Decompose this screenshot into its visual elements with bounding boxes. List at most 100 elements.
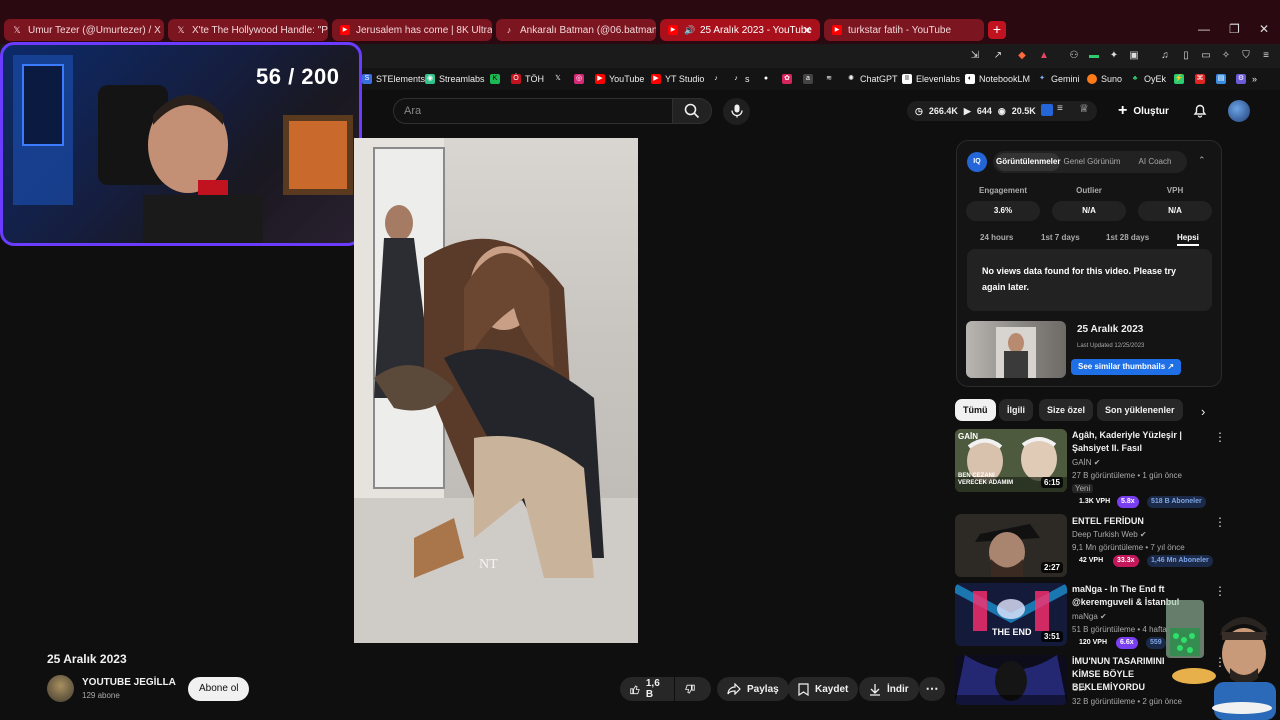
bookmark-item[interactable]: ⚙: [1236, 73, 1250, 85]
search-button[interactable]: [672, 98, 712, 124]
minimize-icon[interactable]: —: [1198, 22, 1210, 36]
download-button[interactable]: İndir: [859, 677, 919, 701]
close-icon[interactable]: ✕: [803, 24, 812, 37]
wallet-icon[interactable]: ▭: [1200, 50, 1212, 62]
bookmark-item[interactable]: ≋: [824, 73, 838, 85]
dislike-button[interactable]: [675, 677, 711, 701]
account-avatar[interactable]: [1228, 100, 1250, 122]
bookmark-item[interactable]: ▶ YT Studio: [651, 73, 704, 85]
sidebar-icon[interactable]: ▯: [1180, 50, 1192, 62]
vpn-icon[interactable]: ⛉: [1240, 50, 1252, 62]
share-icon[interactable]: ↗: [992, 50, 1004, 62]
rewards-icon[interactable]: ▲: [1038, 50, 1050, 62]
rec-title[interactable]: ENTEL FERİDUN: [1072, 515, 1207, 528]
bookmark-item[interactable]: ♪ s: [731, 73, 749, 85]
more-actions-button[interactable]: ⋯: [919, 677, 945, 701]
more-vert-icon[interactable]: ⋮: [1214, 515, 1226, 529]
chip-recent[interactable]: Son yüklenenler: [1097, 399, 1183, 421]
bookmark-item[interactable]: ◉ Streamlabs: [425, 73, 485, 85]
tab-ai-coach[interactable]: AI Coach: [1128, 153, 1182, 171]
rec-thumbnail[interactable]: THE END 3:51: [955, 583, 1067, 646]
browser-tab[interactable]: 𝕏 Umur Tezer (@Umurtezer) / X: [4, 19, 164, 41]
chip-related[interactable]: İlgili: [999, 399, 1033, 421]
media-icon[interactable]: ♫: [1159, 50, 1171, 62]
maximize-icon[interactable]: ❐: [1229, 22, 1240, 36]
bookmark-item[interactable]: ◐ NotebookLM: [965, 73, 1030, 85]
new-tab-button[interactable]: +: [988, 21, 1006, 39]
browser-tab-active[interactable]: ▶ 🔊 25 Aralık 2023 - YouTube ✕: [660, 19, 820, 41]
bookmark-item[interactable]: 𝕏: [553, 73, 567, 85]
browser-tab[interactable]: ♪ Ankaralı Batman (@06.batmann) | Tik: [496, 19, 656, 41]
brave-shield-icon[interactable]: ◆: [1016, 50, 1028, 62]
close-window-icon[interactable]: ✕: [1259, 22, 1269, 36]
bookmark-item[interactable]: ✺ ChatGPT: [846, 73, 897, 85]
bookmark-item[interactable]: ✿: [782, 73, 796, 85]
bookmark-item[interactable]: a: [803, 73, 817, 85]
rec-channel[interactable]: Deep Turkish Web ✔: [1072, 530, 1147, 539]
search-input[interactable]: Ara: [393, 98, 673, 124]
rec-channel[interactable]: GAİN ✔: [1072, 458, 1101, 467]
chip-for-you[interactable]: Size özel: [1039, 399, 1094, 421]
range-all[interactable]: Hepsi: [1177, 233, 1199, 246]
tab-views[interactable]: Görüntülenmeler: [996, 153, 1060, 171]
channel-name[interactable]: YOUTUBE JEGİLLA: [82, 677, 176, 688]
voice-search-button[interactable]: [723, 98, 750, 125]
channel-avatar[interactable]: [47, 675, 74, 702]
range-28d[interactable]: 1st 28 days: [1106, 233, 1149, 242]
create-button[interactable]: + Oluştur: [1118, 101, 1169, 121]
extension-icon[interactable]: ⚇: [1068, 50, 1080, 62]
range-7d[interactable]: 1st 7 days: [1041, 233, 1080, 242]
bookmark-item[interactable]: ▤: [1216, 73, 1230, 85]
see-similar-thumbnails-button[interactable]: See similar thumbnails ↗: [1071, 359, 1182, 375]
bookmark-item[interactable]: K: [490, 73, 504, 85]
filter-icon[interactable]: ≡: [1057, 103, 1063, 114]
vidiq-icon[interactable]: [1041, 104, 1053, 116]
similar-thumbnail[interactable]: [966, 321, 1066, 378]
rec-title[interactable]: Agâh, Kaderiyle Yüzleşir | Şahsiyet II. …: [1072, 429, 1207, 455]
extension-icon[interactable]: ✦: [1108, 50, 1120, 62]
bookmark-item[interactable]: II Elevenlabs: [902, 73, 960, 85]
subscribe-button[interactable]: Abone ol: [188, 677, 250, 701]
bookmarks-overflow-icon[interactable]: »: [1252, 73, 1257, 85]
bookmark-item[interactable]: ♪: [711, 73, 725, 85]
rec-channel[interactable]: GLY: [1072, 684, 1087, 693]
trophy-icon[interactable]: ♕: [1079, 102, 1089, 115]
menu-icon[interactable]: ≡: [1260, 50, 1272, 62]
rec-thumbnail[interactable]: [955, 655, 1067, 705]
bookmark-item[interactable]: ▶ YouTube: [595, 73, 644, 85]
bookmark-item[interactable]: ♣ OyEk: [1130, 73, 1166, 85]
leo-icon[interactable]: ✧: [1220, 50, 1232, 62]
install-icon[interactable]: ⇲: [969, 50, 981, 62]
browser-tab[interactable]: ▶ turkstar fatih - YouTube: [824, 19, 984, 41]
browser-tab[interactable]: ▶ Jerusalem has come | 8K Ultra HD Ci: [332, 19, 492, 41]
rec-thumbnail[interactable]: GAİN BEN CEZANI VERECEK ADAMIM 6:15: [955, 429, 1067, 492]
extension-icon[interactable]: ▣: [1128, 50, 1140, 62]
share-button[interactable]: Paylaş: [717, 677, 789, 701]
rec-thumbnail[interactable]: 2:27: [955, 514, 1067, 577]
tab-overview[interactable]: Genel Görünüm: [1062, 153, 1122, 171]
bookmark-item[interactable]: ◎: [574, 73, 588, 85]
chevron-right-icon[interactable]: ›: [1201, 404, 1205, 419]
video-player[interactable]: NT: [354, 138, 638, 643]
bookmark-item[interactable]: S STElements: [362, 73, 425, 85]
save-button[interactable]: Kaydet: [788, 677, 859, 701]
bookmark-item[interactable]: Suno: [1087, 73, 1122, 85]
bookmark-item[interactable]: ⚡: [1174, 73, 1188, 85]
bookmark-item[interactable]: ●: [761, 73, 775, 85]
chip-all[interactable]: Tümü: [955, 399, 996, 421]
verified-icon: ✔: [1100, 612, 1107, 621]
range-24h[interactable]: 24 hours: [980, 233, 1013, 242]
video-frame: NT: [354, 138, 638, 643]
bookmark-item[interactable]: ⌘: [1195, 73, 1209, 85]
more-vert-icon[interactable]: ⋮: [1214, 584, 1226, 598]
bell-icon[interactable]: [1192, 102, 1208, 118]
browser-tab[interactable]: 𝕏 X'te The Hollywood Handle: "PROJE: [168, 19, 328, 41]
chevron-up-icon[interactable]: ⌃: [1198, 155, 1206, 166]
x-icon: 𝕏: [555, 75, 561, 82]
more-vert-icon[interactable]: ⋮: [1214, 430, 1226, 444]
rec-channel[interactable]: maNga ✔: [1072, 612, 1107, 621]
like-button[interactable]: 1,6 B: [620, 677, 674, 701]
extension-icon[interactable]: ▬: [1088, 50, 1100, 62]
bookmark-item[interactable]: Ö TÖH: [511, 73, 544, 85]
bookmark-item[interactable]: ✦ Gemini: [1037, 73, 1079, 85]
